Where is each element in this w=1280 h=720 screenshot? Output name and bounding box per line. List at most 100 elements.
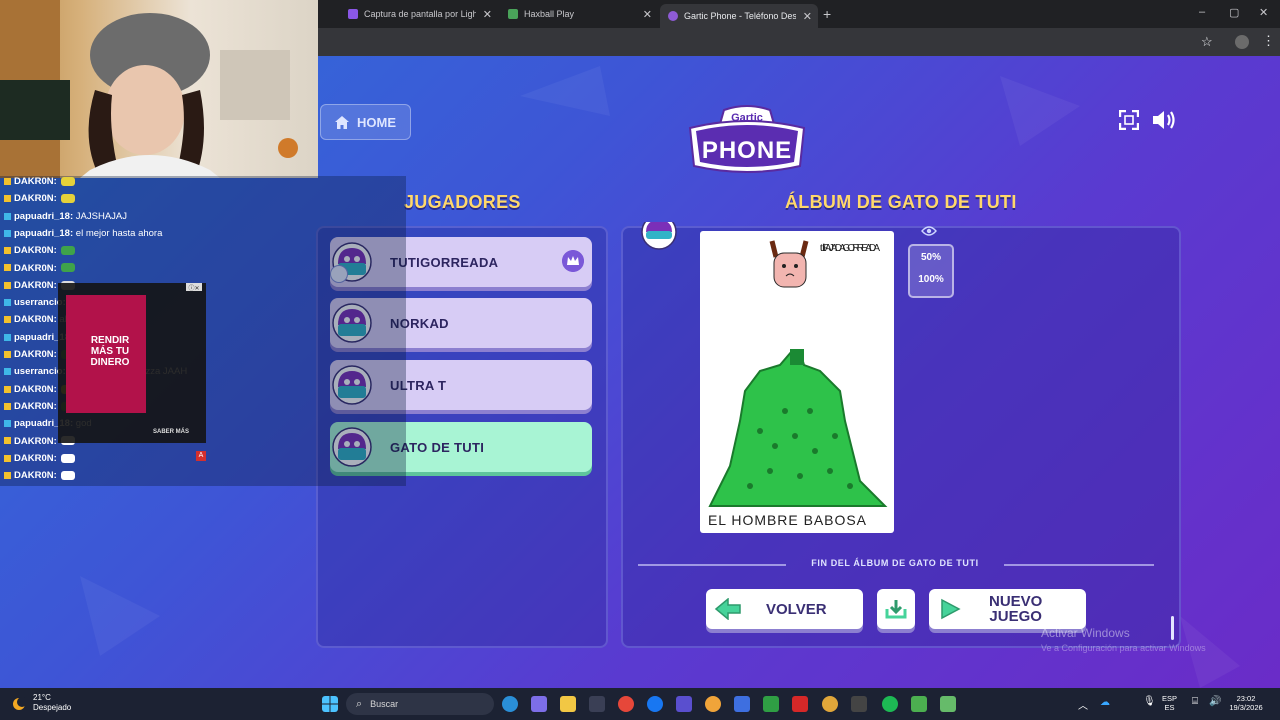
home-label: HOME [357, 114, 396, 130]
tray-network-icon[interactable]: ⌸ [1192, 696, 1198, 707]
minecraft-icon[interactable] [940, 696, 956, 712]
zoom-selector[interactable]: 50% 100% [908, 244, 954, 298]
album-title: ÁLBUM DE GATO DE TUTI [785, 192, 1017, 212]
xbox-icon[interactable] [763, 696, 779, 712]
ad-close-icon[interactable]: ⓘ✕ [186, 283, 202, 292]
eye-icon[interactable] [921, 225, 937, 237]
webcam-image [0, 0, 298, 178]
new-game-button[interactable]: NUEVO JUEGO [929, 589, 1086, 629]
chat-message: DAKR0N: [4, 176, 75, 187]
album-drawing: tuti FAJADA GORREADA EL HOMBRE BABOSA [700, 231, 894, 533]
chat-username: DAKR0N: [14, 400, 57, 412]
chat-badge-icon [4, 402, 11, 410]
browser-menu-icon[interactable]: ⋮ [1262, 33, 1275, 49]
tab-label: Haxball Play [524, 9, 575, 19]
close-tab-icon[interactable]: ✕ [483, 8, 492, 21]
tab-gartic-phone[interactable]: Gartic Phone - Teléfono Descon ✕ [660, 4, 818, 28]
chat-username: DAKR0N: [14, 176, 57, 187]
tab-label: Gartic Phone - Teléfono Descon [684, 11, 796, 21]
tray-onedrive-icon[interactable]: ☁ [1100, 697, 1110, 708]
volume-icon[interactable] [1152, 109, 1178, 131]
clock[interactable]: 23:02 19/3/2026 [1226, 694, 1266, 712]
chat-badge-icon [4, 437, 11, 445]
app-icon[interactable] [734, 696, 750, 712]
chat-message: DAKR0N: [4, 453, 75, 464]
copilot-icon[interactable] [531, 696, 547, 712]
app-icon[interactable] [705, 696, 721, 712]
player-name: TUTIGORREADA [390, 254, 499, 270]
app-icon[interactable] [792, 696, 808, 712]
chrome-icon[interactable] [618, 696, 634, 712]
chat-badge-icon [4, 177, 11, 185]
weather-widget[interactable]: 21°C Despejado [33, 693, 71, 713]
chat-emote-icon [60, 263, 75, 273]
players-title: JUGADORES [404, 192, 521, 212]
clock-time: 23:02 [1236, 694, 1256, 703]
tab-lightshot[interactable]: Captura de pantalla por Lightsh ✕ [340, 3, 498, 25]
chat-username: DAKR0N: [14, 349, 57, 360]
download-button[interactable] [877, 589, 915, 629]
chat-message: papuadri_18: el mejor hasta ahora [4, 228, 162, 239]
close-tab-icon[interactable]: ✕ [643, 8, 652, 21]
windows-taskbar: 21°C Despejado ⌕ Buscar ︿ ☁ 🎙 ESP ES ⌸ 🔊… [0, 688, 1280, 720]
maximize-button[interactable]: ▢ [1229, 6, 1239, 19]
arrow-left-icon [714, 598, 741, 620]
zoom-option-100[interactable]: 100% [910, 274, 952, 285]
bookmark-star-icon[interactable]: ☆ [1201, 34, 1213, 50]
chat-username: DAKR0N: [14, 279, 57, 291]
tray-mic-icon[interactable]: 🎙 [1143, 696, 1156, 707]
edge-icon[interactable] [502, 696, 518, 712]
zoom-option-50[interactable]: 50% [910, 252, 952, 263]
back-label: VOLVER [766, 600, 827, 618]
back-button[interactable]: VOLVER [706, 589, 863, 629]
chat-badge-icon [4, 316, 11, 324]
tab-label: Captura de pantalla por Lightsh [364, 9, 476, 19]
chat-username: papuadri_18: [14, 210, 74, 222]
store-icon[interactable] [589, 696, 605, 712]
fullscreen-icon[interactable] [1119, 110, 1139, 130]
close-window-button[interactable]: ✕ [1259, 6, 1268, 19]
chat-badge-icon [4, 247, 11, 255]
spotify-icon[interactable] [882, 696, 898, 712]
ad-text: RENDIR MÁS TU DINERO [90, 335, 130, 368]
app-icon[interactable] [676, 696, 692, 712]
home-button[interactable]: HOME [320, 104, 411, 140]
app-icon[interactable] [851, 696, 867, 712]
facebook-icon[interactable] [647, 696, 663, 712]
chat-badge-icon [4, 472, 11, 480]
chat-username: DAKR0N: [14, 193, 57, 205]
chat-badge-icon [4, 264, 11, 272]
scrollbar[interactable] [1171, 616, 1174, 640]
chat-message: DAKR0N: [4, 263, 75, 274]
crown-icon [562, 250, 584, 272]
tray-volume-icon[interactable]: 🔊 [1209, 696, 1221, 707]
windows-start-icon[interactable] [322, 696, 338, 712]
download-icon [885, 600, 907, 619]
advertisement[interactable]: RENDIR MÁS TU DINERO SABER MÁS ⓘ✕ A [58, 283, 206, 461]
taskbar-search[interactable]: ⌕ Buscar [346, 693, 494, 715]
chat-emote-icon [60, 246, 75, 256]
minecraft-icon[interactable] [911, 696, 927, 712]
new-tab-button[interactable]: + [823, 6, 831, 22]
tab-haxball[interactable]: Haxball Play ✕ [500, 3, 658, 25]
close-tab-icon[interactable]: ✕ [803, 10, 812, 23]
lang-code-1: ESP [1162, 694, 1178, 703]
ad-badge-icon: A [196, 451, 206, 461]
drawing-caption-bottom: EL HOMBRE BABOSA [708, 512, 867, 528]
chat-username: DAKR0N: [14, 245, 57, 257]
logo-main-text: PHONE [702, 137, 792, 164]
chat-username: DAKR0N: [14, 262, 57, 274]
profile-avatar[interactable] [1235, 35, 1249, 49]
chat-text: JAJSHAJAJ [73, 210, 127, 222]
minimize-button[interactable]: – [1199, 6, 1205, 18]
webcam-overlay [0, 0, 318, 178]
chrome-active-icon[interactable] [822, 696, 838, 712]
tray-chevron-icon[interactable]: ︿ [1078, 697, 1088, 712]
weather-desc: Despejado [33, 703, 72, 712]
file-explorer-icon[interactable] [560, 696, 576, 712]
tab-favicon-icon [348, 9, 358, 19]
chat-badge-icon [4, 350, 11, 358]
search-placeholder: Buscar [370, 699, 399, 709]
ad-learn-more[interactable]: SABER MÁS [153, 429, 189, 435]
language-indicator[interactable]: ESP ES [1162, 694, 1177, 712]
